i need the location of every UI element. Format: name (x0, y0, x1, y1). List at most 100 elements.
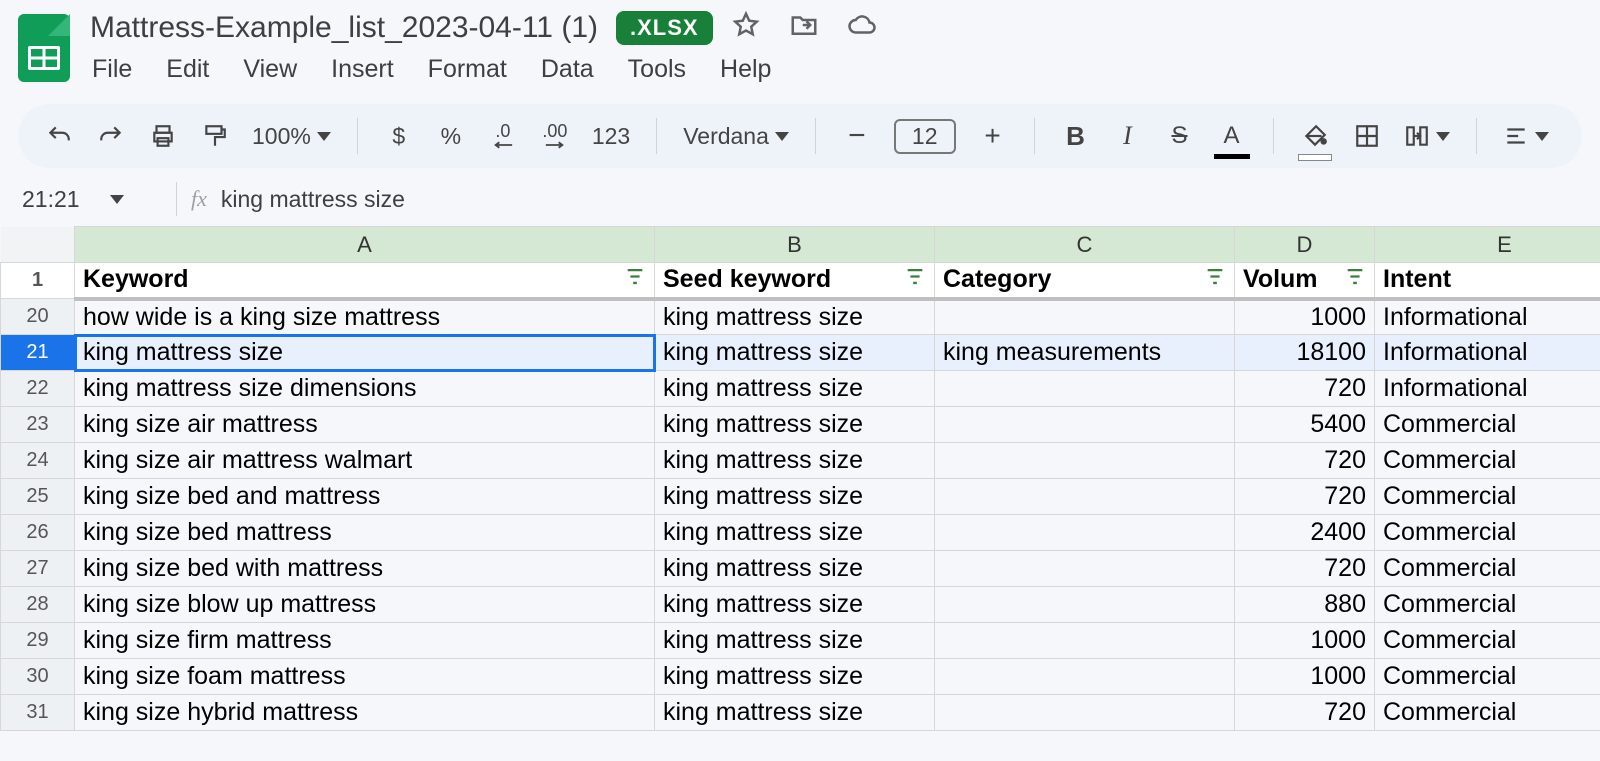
cell-seed[interactable]: king mattress size (655, 299, 935, 335)
decrease-decimal-button[interactable]: .0 (488, 119, 518, 153)
cell-volume[interactable]: 720 (1235, 695, 1375, 731)
strikethrough-button[interactable]: S (1165, 119, 1195, 153)
cell-intent[interactable]: Commercial (1375, 623, 1600, 659)
cell-keyword[interactable]: how wide is a king size mattress (75, 299, 655, 335)
select-all-corner[interactable] (1, 227, 75, 263)
undo-icon[interactable] (44, 119, 74, 153)
cell-keyword[interactable]: king size bed and mattress (75, 479, 655, 515)
cell-intent[interactable]: Commercial (1375, 407, 1600, 443)
document-title[interactable]: Mattress-Example_list_2023-04-11 (1) (90, 11, 598, 45)
filter-icon[interactable] (904, 265, 926, 294)
cell-seed[interactable]: king mattress size (655, 479, 935, 515)
cell-category[interactable] (935, 695, 1235, 731)
cell-seed[interactable]: king mattress size (655, 443, 935, 479)
filter-icon[interactable] (624, 265, 646, 294)
font-size-input[interactable]: 12 (894, 119, 956, 154)
cell-volume[interactable]: 18100 (1235, 335, 1375, 371)
cell-volume[interactable]: 1000 (1235, 623, 1375, 659)
borders-button[interactable] (1352, 119, 1382, 153)
row-number[interactable]: 1 (1, 263, 75, 299)
italic-button[interactable]: I (1113, 119, 1143, 153)
row-number[interactable]: 24 (1, 443, 75, 479)
cell-keyword[interactable]: king size foam mattress (75, 659, 655, 695)
cell-volume[interactable]: 2400 (1235, 515, 1375, 551)
row-number[interactable]: 27 (1, 551, 75, 587)
cell-category[interactable] (935, 443, 1235, 479)
bold-button[interactable]: B (1061, 119, 1091, 153)
text-color-button[interactable]: A (1217, 119, 1247, 153)
cell-volume[interactable]: 1000 (1235, 659, 1375, 695)
cell-volume[interactable]: 720 (1235, 551, 1375, 587)
cell-keyword[interactable]: king size firm mattress (75, 623, 655, 659)
cell-seed[interactable]: king mattress size (655, 371, 935, 407)
row-number[interactable]: 31 (1, 695, 75, 731)
menu-file[interactable]: File (92, 55, 132, 84)
column-header-D[interactable]: D (1235, 227, 1375, 263)
row-number[interactable]: 29 (1, 623, 75, 659)
name-box[interactable]: 21:21 (22, 186, 162, 213)
cell-keyword[interactable]: king size blow up mattress (75, 587, 655, 623)
cell-intent[interactable]: Informational (1375, 299, 1600, 335)
format-currency-button[interactable]: $ (384, 119, 414, 153)
menu-data[interactable]: Data (541, 55, 594, 84)
cell-intent[interactable]: Commercial (1375, 443, 1600, 479)
horizontal-align-button[interactable] (1503, 119, 1549, 153)
menu-tools[interactable]: Tools (628, 55, 686, 84)
font-size-decrease[interactable]: − (842, 119, 872, 153)
menu-edit[interactable]: Edit (166, 55, 209, 84)
print-icon[interactable] (148, 119, 178, 153)
row-number[interactable]: 20 (1, 299, 75, 335)
cell-volume[interactable]: 1000 (1235, 299, 1375, 335)
cell-category[interactable] (935, 515, 1235, 551)
cell-keyword[interactable]: king size air mattress walmart (75, 443, 655, 479)
cell-seed[interactable]: king mattress size (655, 695, 935, 731)
cell-category[interactable] (935, 407, 1235, 443)
cell-intent[interactable]: Commercial (1375, 695, 1600, 731)
column-header-E[interactable]: E (1375, 227, 1600, 263)
redo-icon[interactable] (96, 119, 126, 153)
header-cell-seed[interactable]: Seed keyword (655, 263, 935, 299)
cell-seed[interactable]: king mattress size (655, 515, 935, 551)
cell-category[interactable] (935, 659, 1235, 695)
increase-decimal-button[interactable]: .00 (540, 119, 570, 153)
cell-intent[interactable]: Commercial (1375, 587, 1600, 623)
cell-intent[interactable]: Commercial (1375, 515, 1600, 551)
cell-intent[interactable]: Commercial (1375, 479, 1600, 515)
cell-keyword[interactable]: king mattress size (75, 335, 655, 371)
row-number[interactable]: 25 (1, 479, 75, 515)
cloud-status-icon[interactable] (847, 10, 877, 45)
column-header-B[interactable]: B (655, 227, 935, 263)
menu-format[interactable]: Format (428, 55, 507, 84)
zoom-select[interactable]: 100% (252, 119, 331, 153)
cell-seed[interactable]: king mattress size (655, 407, 935, 443)
cell-seed[interactable]: king mattress size (655, 551, 935, 587)
row-number[interactable]: 22 (1, 371, 75, 407)
menu-insert[interactable]: Insert (331, 55, 394, 84)
menu-help[interactable]: Help (720, 55, 771, 84)
merge-cells-button[interactable] (1404, 119, 1450, 153)
row-number[interactable]: 30 (1, 659, 75, 695)
cell-intent[interactable]: Informational (1375, 335, 1600, 371)
row-number[interactable]: 23 (1, 407, 75, 443)
cell-intent[interactable]: Commercial (1375, 551, 1600, 587)
cell-volume[interactable]: 5400 (1235, 407, 1375, 443)
cell-seed[interactable]: king mattress size (655, 335, 935, 371)
cell-keyword[interactable]: king mattress size dimensions (75, 371, 655, 407)
cell-volume[interactable]: 720 (1235, 443, 1375, 479)
cell-intent[interactable]: Commercial (1375, 659, 1600, 695)
row-number[interactable]: 21 (1, 335, 75, 371)
cell-volume[interactable]: 880 (1235, 587, 1375, 623)
menu-view[interactable]: View (243, 55, 297, 84)
star-icon[interactable] (731, 10, 761, 45)
header-cell-category[interactable]: Category (935, 263, 1235, 299)
row-number[interactable]: 26 (1, 515, 75, 551)
column-header-C[interactable]: C (935, 227, 1235, 263)
cell-seed[interactable]: king mattress size (655, 587, 935, 623)
row-number[interactable]: 28 (1, 587, 75, 623)
header-cell-keyword[interactable]: Keyword (75, 263, 655, 299)
cell-keyword[interactable]: king size bed with mattress (75, 551, 655, 587)
header-cell-intent[interactable]: Intent (1375, 263, 1600, 299)
cell-keyword[interactable]: king size hybrid mattress (75, 695, 655, 731)
cell-category[interactable] (935, 479, 1235, 515)
cell-category[interactable] (935, 551, 1235, 587)
